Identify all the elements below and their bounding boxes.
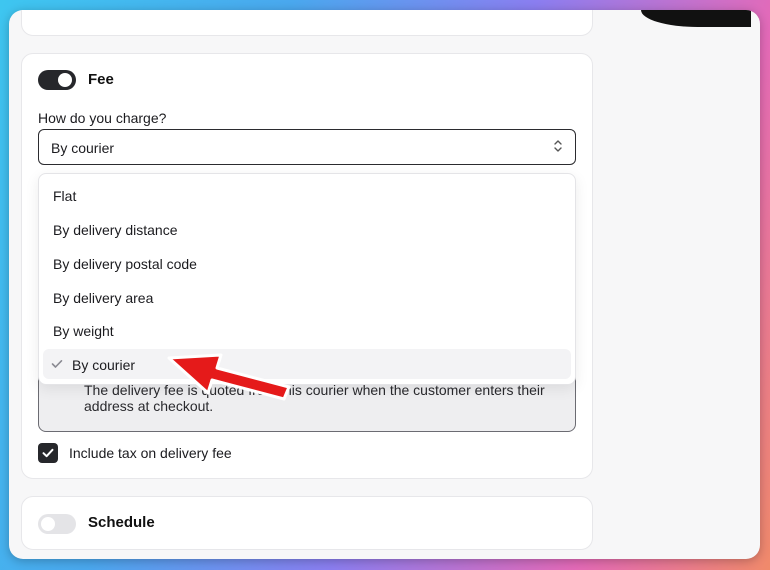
app-window: Fee How do you charge? By courier The de… bbox=[9, 10, 760, 559]
toggle-knob bbox=[41, 517, 55, 531]
chevron-up-down-icon bbox=[553, 138, 563, 159]
option-label: By courier bbox=[72, 357, 136, 373]
schedule-section-card: Schedule bbox=[21, 496, 593, 550]
option-label: By delivery area bbox=[53, 290, 154, 306]
option-label: By delivery distance bbox=[53, 222, 178, 238]
schedule-title: Schedule bbox=[88, 514, 155, 531]
include-tax-checkbox[interactable] bbox=[38, 443, 58, 463]
checkmark-icon bbox=[51, 360, 63, 368]
fee-toggle[interactable] bbox=[38, 70, 76, 90]
dark-header-shape bbox=[641, 10, 751, 27]
option-label: Flat bbox=[53, 188, 77, 204]
option-by-delivery-distance[interactable]: By delivery distance bbox=[43, 214, 571, 244]
option-by-delivery-area[interactable]: By delivery area bbox=[43, 282, 571, 312]
option-flat[interactable]: Flat bbox=[43, 180, 571, 210]
option-label: By weight bbox=[53, 323, 114, 339]
option-label: By delivery postal code bbox=[53, 256, 197, 272]
option-by-weight[interactable]: By weight bbox=[43, 315, 571, 345]
courier-info-text: The delivery fee is quoted from this cou… bbox=[84, 382, 545, 414]
toggle-knob bbox=[58, 73, 72, 87]
checkmark-icon bbox=[42, 448, 54, 458]
schedule-toggle[interactable] bbox=[38, 514, 76, 534]
previous-section-card bbox=[21, 10, 593, 36]
charge-method-dropdown: Flat By delivery distance By delivery po… bbox=[38, 173, 576, 385]
include-tax-label: Include tax on delivery fee bbox=[69, 445, 232, 461]
charge-method-value: By courier bbox=[51, 140, 115, 156]
charge-method-label: How do you charge? bbox=[38, 110, 167, 126]
charge-method-select[interactable]: By courier bbox=[38, 129, 576, 165]
option-by-delivery-postal-code[interactable]: By delivery postal code bbox=[43, 248, 571, 278]
fee-title: Fee bbox=[88, 71, 114, 88]
option-by-courier[interactable]: By courier bbox=[43, 349, 571, 379]
